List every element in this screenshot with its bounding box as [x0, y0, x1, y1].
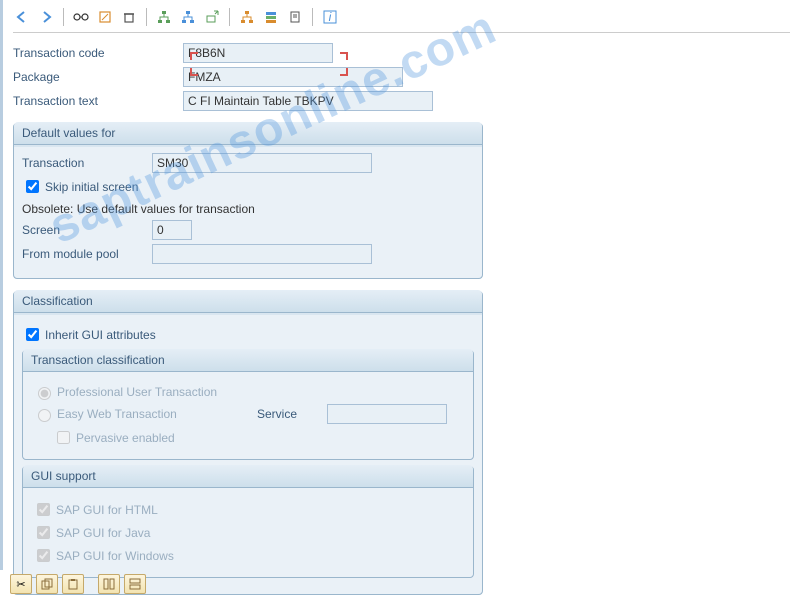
app-toolbar: i: [13, 6, 790, 33]
layout1-icon[interactable]: [98, 574, 120, 594]
gui-html-label: SAP GUI for HTML: [56, 503, 158, 517]
classification-group: Classification Inherit GUI attributes Tr…: [13, 291, 483, 595]
separator: [146, 8, 147, 26]
module-pool-label: From module pool: [22, 247, 152, 261]
classification-title: Classification: [14, 290, 482, 313]
skip-initial-label: Skip initial screen: [45, 180, 138, 194]
export-icon[interactable]: [203, 8, 221, 26]
transaction-code-label: Transaction code: [13, 46, 183, 60]
obsolete-text: Obsolete: Use default values for transac…: [22, 202, 474, 216]
info-icon[interactable]: i: [321, 8, 339, 26]
gui-win-checkbox: [37, 549, 50, 562]
gui-win-label: SAP GUI for Windows: [56, 549, 174, 563]
easy-web-radio: [38, 409, 51, 422]
trans-class-title: Transaction classification: [23, 349, 473, 372]
tree-icon[interactable]: [238, 8, 256, 26]
paste-icon[interactable]: [62, 574, 84, 594]
skip-initial-checkbox[interactable]: [26, 180, 39, 193]
gui-java-label: SAP GUI for Java: [56, 526, 150, 540]
service-field: [327, 404, 447, 424]
inherit-label: Inherit GUI attributes: [45, 328, 156, 342]
copy-icon[interactable]: [36, 574, 58, 594]
transaction-classification-group: Transaction classification Professional …: [22, 350, 474, 460]
professional-label: Professional User Transaction: [57, 385, 257, 399]
inherit-checkbox[interactable]: [26, 328, 39, 341]
edit-icon[interactable]: [96, 8, 114, 26]
service-label: Service: [257, 407, 327, 421]
professional-radio: [38, 387, 51, 400]
svg-text:i: i: [329, 10, 332, 24]
cut-icon[interactable]: ✂: [10, 574, 32, 594]
easy-web-label: Easy Web Transaction: [57, 407, 257, 421]
package-field[interactable]: [183, 67, 403, 87]
gui-support-title: GUI support: [23, 465, 473, 488]
default-values-title: Default values for: [14, 122, 482, 145]
hierarchy1-icon[interactable]: [155, 8, 173, 26]
gui-html-checkbox: [37, 503, 50, 516]
bottom-toolbar: ✂: [10, 574, 146, 594]
back-icon[interactable]: [13, 8, 31, 26]
hierarchy2-icon[interactable]: [179, 8, 197, 26]
separator: [229, 8, 230, 26]
transaction-text-field[interactable]: [183, 91, 433, 111]
package-label: Package: [13, 70, 183, 84]
transaction-text-label: Transaction text: [13, 94, 183, 108]
transaction-code-field[interactable]: [183, 43, 333, 63]
gui-java-checkbox: [37, 526, 50, 539]
default-values-group: Default values for Transaction Skip init…: [13, 123, 483, 279]
stack-icon[interactable]: [262, 8, 280, 26]
delete-icon[interactable]: [120, 8, 138, 26]
gui-support-group: GUI support SAP GUI for HTML SAP GUI for…: [22, 466, 474, 578]
transaction-field[interactable]: [152, 153, 372, 173]
doc-icon[interactable]: [286, 8, 304, 26]
separator: [312, 8, 313, 26]
screen-field[interactable]: [152, 220, 192, 240]
layout2-icon[interactable]: [124, 574, 146, 594]
separator: [63, 8, 64, 26]
pervasive-checkbox: [57, 431, 70, 444]
pervasive-label: Pervasive enabled: [76, 431, 175, 445]
glasses-icon[interactable]: [72, 8, 90, 26]
transaction-label: Transaction: [22, 156, 152, 170]
module-pool-field[interactable]: [152, 244, 372, 264]
screen-label: Screen: [22, 223, 152, 237]
forward-icon[interactable]: [37, 8, 55, 26]
